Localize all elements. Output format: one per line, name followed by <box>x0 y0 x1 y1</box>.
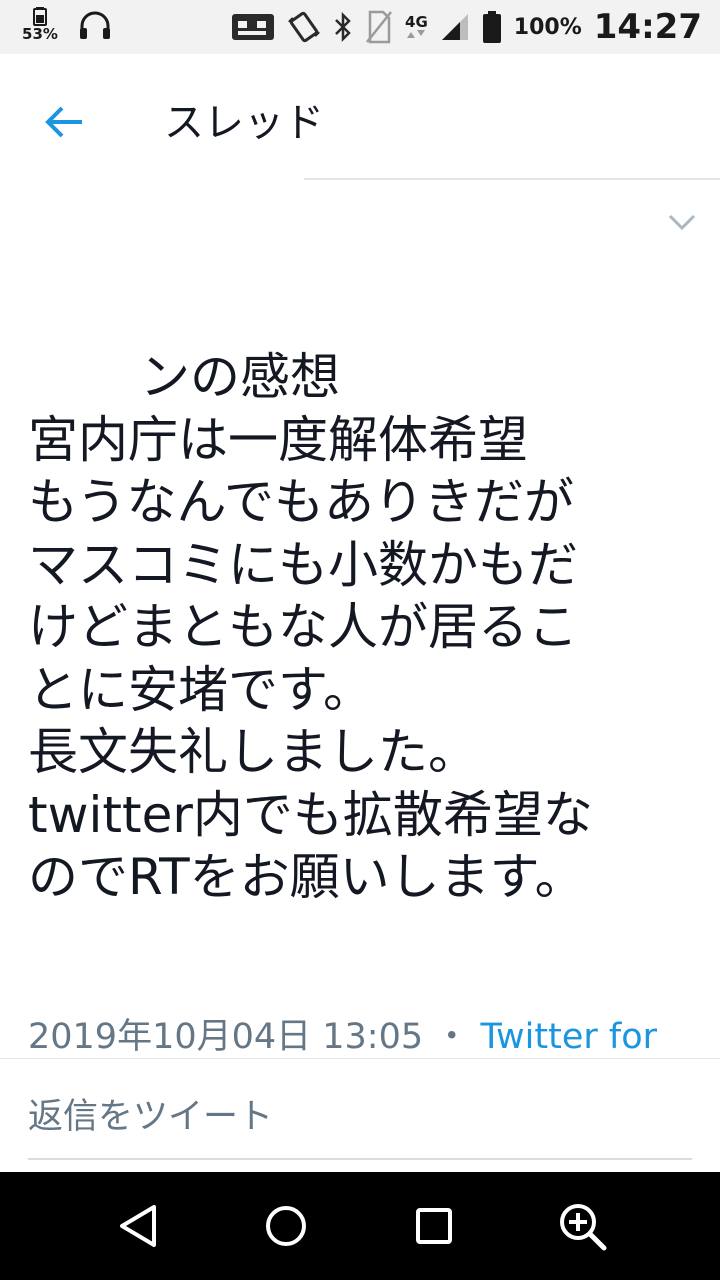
tweet-line: のでRTをお願いします。 <box>28 848 585 906</box>
data-arrows-icon <box>407 30 426 38</box>
tweet-line: とに安堵です。 <box>28 660 373 719</box>
tweet-line: 宮内庁は一度解体希望 <box>28 410 528 469</box>
signal-icon <box>441 14 468 40</box>
circle-home-icon <box>266 1206 306 1246</box>
tweet-timestamp: 2019年10月04日 13:05 <box>28 1017 424 1057</box>
clock: 14:27 <box>593 7 702 47</box>
battery-small-icon <box>33 7 47 26</box>
status-left: 53% <box>22 6 112 42</box>
battery-small-percent: 53% <box>22 25 58 43</box>
headphones-icon <box>80 11 110 39</box>
tweet-text: ンの感想 宮内庁は一度解体希望 もうなんでもありきだが マスコミにも小数かもだ … <box>28 346 698 909</box>
square-recents-icon <box>416 1208 452 1244</box>
network-type: 4G <box>405 13 428 31</box>
nav-zoom-button[interactable] <box>552 1196 612 1256</box>
tweet-meta: 2019年10月04日 13:05 ・ Twitter for <box>28 1008 720 1059</box>
status-right: 4G 100% 14:27 <box>231 0 702 54</box>
status-bar: 53% 4G 100% 14:27 <box>0 0 720 54</box>
back-arrow-icon <box>45 106 82 138</box>
tweet-line: もうなんでもありきだが <box>28 473 574 531</box>
page-title: スレッド <box>164 100 324 146</box>
tweet-line: けどまともな人が居るこ <box>28 598 578 656</box>
reply-input[interactable]: 返信をツイート <box>28 1088 692 1160</box>
section-divider <box>0 1058 720 1059</box>
battery-icon <box>482 11 501 43</box>
reply-placeholder: 返信をツイート <box>28 1097 274 1137</box>
bluetooth-icon <box>335 11 351 43</box>
tweet-options-button[interactable] <box>664 204 700 240</box>
nav-back-button[interactable] <box>108 1196 168 1256</box>
network-indicator: 4G <box>405 15 428 39</box>
nav-recents-button[interactable] <box>404 1196 464 1256</box>
magnifier-plus-icon <box>560 1204 607 1251</box>
tweet-line: マスコミにも小数かもだ <box>28 535 578 594</box>
no-sim-icon <box>366 10 393 44</box>
header-divider <box>304 178 720 180</box>
app-header: スレッド <box>0 54 720 180</box>
meta-separator: ・ <box>434 1017 470 1057</box>
tweet-source-link[interactable]: Twitter for <box>480 1017 657 1057</box>
back-button[interactable] <box>36 94 92 150</box>
battery-saver-indicator: 53% <box>22 6 58 42</box>
nav-home-button[interactable] <box>256 1196 316 1256</box>
tweet-line: 長文失礼しました。 <box>28 723 478 781</box>
triangle-back-icon <box>120 1205 156 1247</box>
system-nav-bar <box>0 1172 720 1280</box>
vibrate-icon <box>288 11 320 43</box>
chevron-down-icon <box>668 214 696 231</box>
voicemail-icon <box>232 14 275 40</box>
tweet-line: twitter内でも拡散希望な <box>28 785 593 844</box>
battery-percent: 100% <box>513 14 582 40</box>
tweet-line: ンの感想 <box>28 346 698 409</box>
